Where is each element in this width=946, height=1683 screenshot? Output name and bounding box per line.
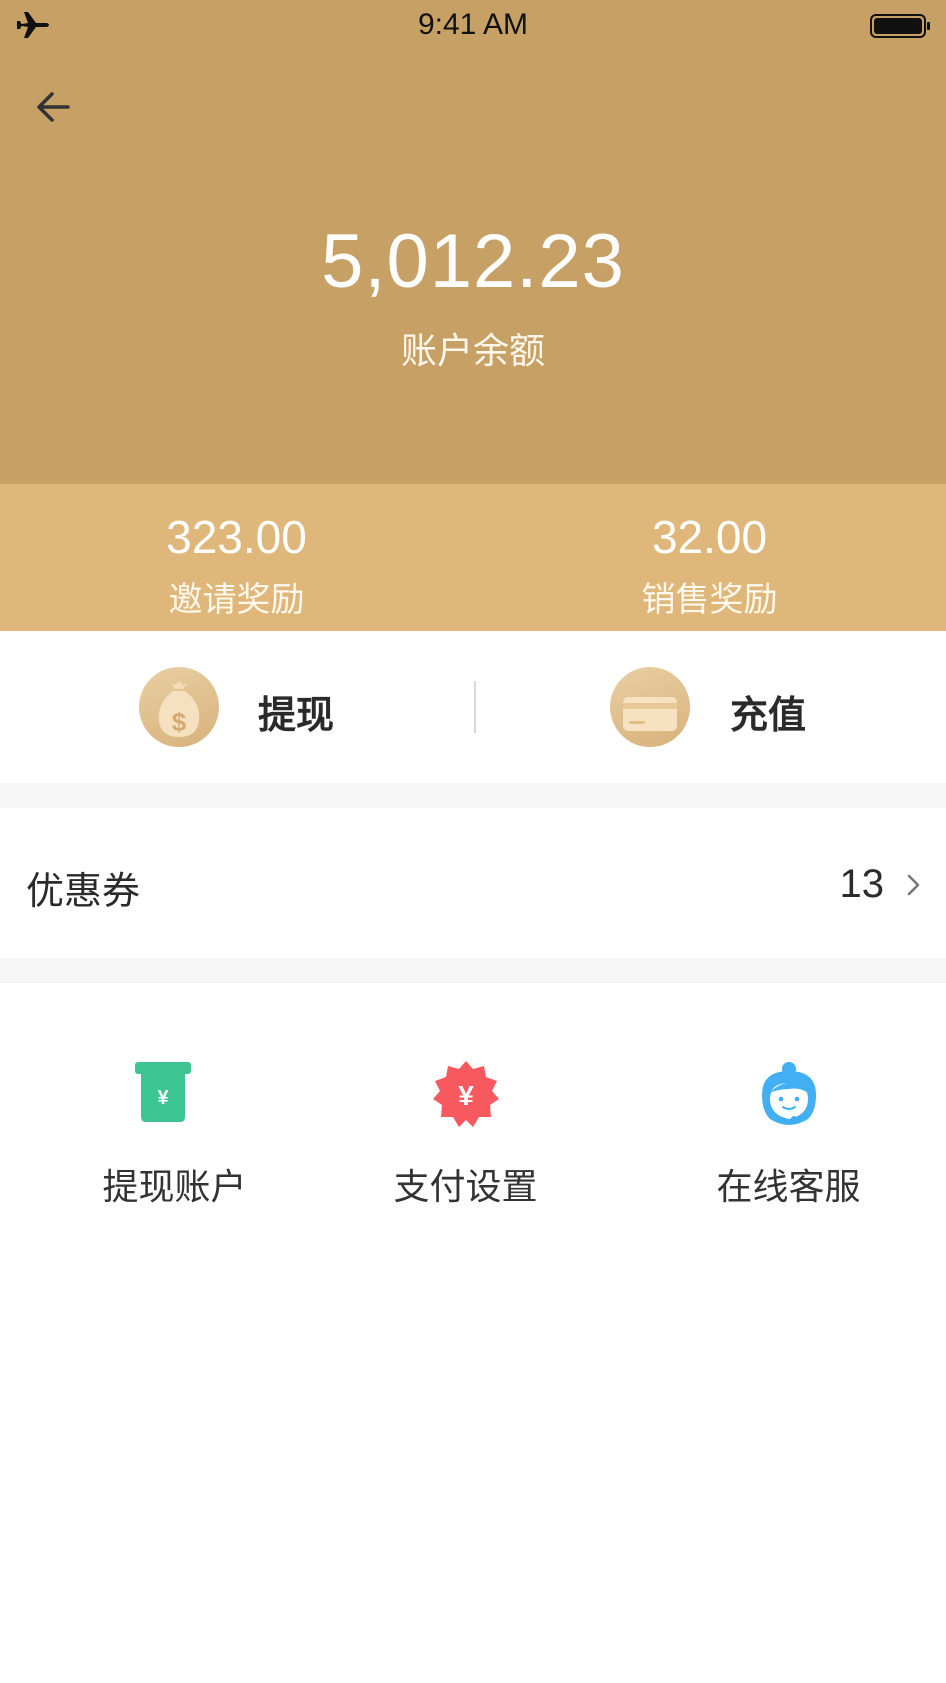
coupon-count: 13 [839, 862, 885, 906]
services-grid: ¥ 提现账户 ¥ 支付设置 在线客服 [0, 983, 946, 1243]
payment-settings-label: 支付设置 [393, 1167, 538, 1208]
card-icon [610, 667, 690, 747]
invite-reward[interactable]: 323.00 邀请奖励 [0, 484, 473, 631]
svg-text:$: $ [172, 707, 187, 737]
payment-settings-item[interactable]: ¥ 支付设置 [363, 983, 568, 1213]
recharge-label: 充值 [730, 693, 807, 737]
payment-settings-icon: ¥ [433, 1061, 499, 1127]
quick-actions: $ 提现 充值 [0, 631, 946, 783]
money-bag-icon: $ [139, 667, 219, 747]
sales-reward[interactable]: 32.00 销售奖励 [473, 484, 946, 631]
svg-text:¥: ¥ [157, 1087, 169, 1109]
recharge-button[interactable]: 充值 [473, 631, 946, 783]
invite-reward-label: 邀请奖励 [168, 580, 305, 620]
status-bar: 9:41 AM [0, 0, 946, 50]
section-gap [0, 783, 946, 808]
status-time: 9:41 AM [417, 8, 529, 41]
withdraw-button[interactable]: $ 提现 [0, 631, 473, 783]
back-arrow-icon[interactable] [30, 82, 80, 132]
customer-service-icon [762, 1062, 816, 1125]
balance-amount: 5,012.23 [321, 219, 625, 304]
section-gap [0, 958, 946, 983]
customer-service-item[interactable]: 在线客服 [686, 983, 891, 1213]
sales-reward-value: 32.00 [651, 511, 768, 563]
withdraw-account-icon: ¥ [135, 1062, 191, 1122]
rewards-bar: 323.00 邀请奖励 32.00 销售奖励 [0, 484, 946, 631]
svg-text:¥: ¥ [458, 1080, 474, 1111]
withdraw-account-label: 提现账户 [102, 1167, 247, 1208]
withdraw-label: 提现 [258, 693, 335, 737]
coupon-label: 优惠券 [26, 869, 141, 913]
coupon-row[interactable]: 优惠券 13 [0, 808, 946, 958]
battery-icon [870, 14, 930, 38]
invite-reward-value: 323.00 [166, 511, 307, 563]
balance-header: 9:41 AM 5,012.23 账户余额 [0, 0, 946, 484]
withdraw-account-item[interactable]: ¥ 提现账户 [72, 983, 277, 1213]
sales-reward-label: 销售奖励 [641, 580, 778, 620]
balance-label: 账户余额 [400, 331, 545, 372]
customer-service-label: 在线客服 [716, 1167, 861, 1208]
chevron-right-icon [907, 874, 920, 896]
